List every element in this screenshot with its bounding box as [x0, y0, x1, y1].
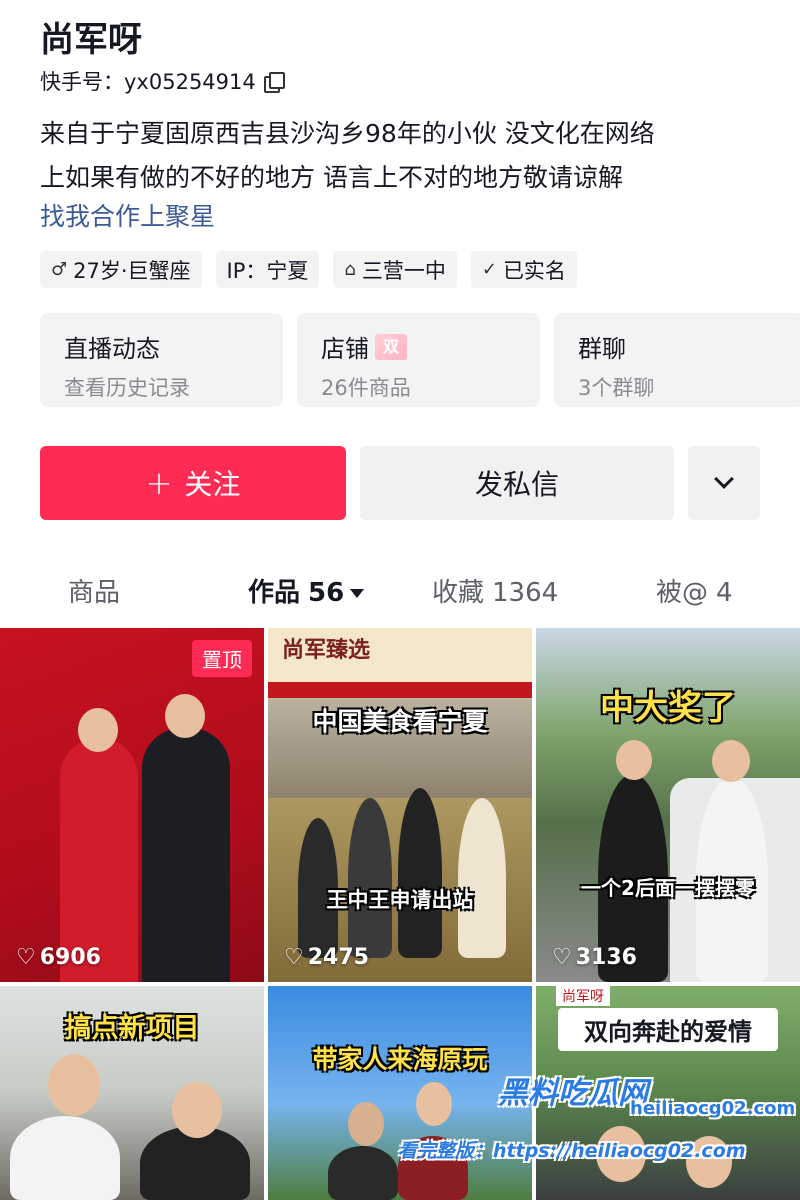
heart-icon: ♡	[16, 945, 36, 970]
card-title: 直播动态	[64, 335, 160, 363]
like-number: 6906	[39, 945, 101, 970]
tag-verified[interactable]: ✓ 已实名	[470, 251, 577, 288]
partner-link[interactable]: 找我合作上聚星	[40, 197, 215, 233]
card-title-row: 店铺 双	[321, 329, 516, 364]
tab-works[interactable]: 作品 56	[248, 572, 365, 609]
person-head	[348, 1102, 384, 1146]
person-head	[416, 1082, 452, 1126]
bio: 来自于宁夏固原西吉县沙沟乡98年的小伙 没文化在网络 上如果有做的不好的地方 语…	[40, 112, 770, 200]
school-icon: ⌂	[344, 259, 356, 280]
video-tile[interactable]: 搞点新项目	[0, 986, 264, 1200]
more-button[interactable]	[688, 446, 760, 520]
video-caption: 带家人来海原玩	[312, 1045, 488, 1074]
chevron-down-icon	[714, 469, 734, 489]
card-subtitle: 查看历史记录	[64, 376, 190, 400]
card-title: 店铺	[321, 335, 369, 363]
action-bar: + 关注 发私信	[40, 446, 760, 520]
tab-label: 被@	[656, 578, 709, 608]
user-id: 快手号：yx05254914	[40, 66, 285, 96]
video-tile[interactable]: 置顶 ♡ 6906	[0, 628, 264, 982]
like-count: ♡ 6906	[16, 945, 101, 970]
person-figure	[328, 1146, 398, 1200]
tab-label: 作品	[248, 578, 301, 608]
person-head	[172, 1082, 222, 1138]
heart-icon: ♡	[284, 945, 304, 970]
person-figure	[458, 798, 506, 958]
message-button[interactable]: 发私信	[360, 446, 674, 520]
watermark-url: heiliaocg02.com	[630, 1098, 796, 1119]
bio-line: 上如果有做的不好的地方 语言上不对的地方敬请谅解	[40, 163, 623, 192]
content-tabs: 商品 作品 56 收藏 1364 被@ 4	[0, 560, 800, 620]
person-head	[712, 740, 750, 782]
tag-ip[interactable]: IP：宁夏	[215, 251, 320, 288]
card-subtitle: 3个群聊	[578, 376, 655, 400]
like-count: ♡ 3136	[552, 945, 637, 970]
bride-head	[78, 708, 118, 752]
promo-badge-icon: 双	[375, 333, 407, 360]
watermark-title: 黑料吃瓜网	[498, 1076, 648, 1111]
pinned-badge: 置顶	[192, 640, 252, 677]
tab-count: 1364	[492, 578, 559, 608]
like-number: 3136	[575, 945, 637, 970]
tag-label: 已实名	[502, 258, 566, 283]
groom-figure	[142, 728, 230, 982]
like-number: 2475	[307, 945, 369, 970]
store-sign: 尚军臻选	[268, 628, 532, 690]
video-caption: 搞点新项目	[64, 1013, 200, 1044]
tag-school[interactable]: ⌂ 三营一中	[333, 251, 457, 288]
follow-label: 关注	[184, 468, 241, 501]
video-tile[interactable]: 带家人来海原玩	[268, 986, 532, 1200]
corner-label: 尚军呀	[556, 986, 610, 1006]
feature-cards: 直播动态 查看历史记录 店铺 双 26件商品 群聊 3个群聊	[40, 313, 800, 407]
tag-age[interactable]: ♂ 27岁·巨蟹座	[40, 251, 202, 288]
card-shop[interactable]: 店铺 双 26件商品	[297, 313, 540, 407]
profile-tags: ♂ 27岁·巨蟹座 IP：宁夏 ⌂ 三营一中 ✓ 已实名	[40, 251, 577, 288]
like-count: ♡ 2475	[284, 945, 369, 970]
groom-head	[165, 694, 205, 738]
video-caption: 中大奖了	[600, 688, 736, 728]
tab-favorites[interactable]: 收藏 1364	[432, 572, 558, 609]
tag-label: 27岁·巨蟹座	[73, 258, 191, 283]
card-subtitle: 26件商品	[321, 376, 411, 400]
card-group-chat[interactable]: 群聊 3个群聊	[554, 313, 800, 407]
tab-mentioned[interactable]: 被@ 4	[656, 572, 733, 609]
person-figure	[348, 798, 392, 958]
person-head	[48, 1054, 100, 1116]
video-caption: 一个2后面一摆摆零	[581, 876, 755, 900]
heart-icon: ♡	[552, 945, 572, 970]
tab-count: 4	[716, 578, 733, 608]
banner	[268, 682, 532, 698]
tab-goods[interactable]: 商品	[68, 572, 120, 609]
person-figure	[398, 788, 442, 958]
caret-down-icon	[350, 589, 365, 598]
tab-count: 56	[308, 578, 345, 608]
bio-line: 来自于宁夏固原西吉县沙沟乡98年的小伙 没文化在网络	[40, 119, 655, 148]
video-caption: 中国美食看宁夏	[312, 707, 488, 736]
verified-icon: ✓	[481, 259, 497, 280]
follow-button[interactable]: + 关注	[40, 446, 346, 520]
tab-label: 收藏	[432, 578, 485, 608]
person-head	[616, 740, 652, 780]
profile-name: 尚军呀	[40, 20, 142, 60]
tab-label: 商品	[68, 578, 121, 608]
tag-label: 三营一中	[361, 258, 446, 283]
watermark-link: 看完整版：https://heiliaocg02.com	[398, 1140, 746, 1162]
card-title: 群聊	[578, 335, 626, 363]
copy-icon[interactable]	[263, 72, 285, 93]
user-id-text: 快手号：yx05254914	[40, 70, 256, 94]
video-caption: 双向奔赴的爱情	[558, 1008, 778, 1051]
tag-label: IP：宁夏	[226, 258, 309, 283]
video-tile[interactable]: 尚军臻选 中国美食看宁夏 王中王申请出站 ♡ 2475	[268, 628, 532, 982]
person-figure	[10, 1116, 120, 1200]
male-icon: ♂	[51, 259, 68, 280]
video-caption: 王中王申请出站	[326, 888, 474, 912]
video-tile[interactable]: 中大奖了 一个2后面一摆摆零 ♡ 3136	[536, 628, 800, 982]
card-live[interactable]: 直播动态 查看历史记录	[40, 313, 283, 407]
plus-icon: +	[145, 464, 173, 502]
